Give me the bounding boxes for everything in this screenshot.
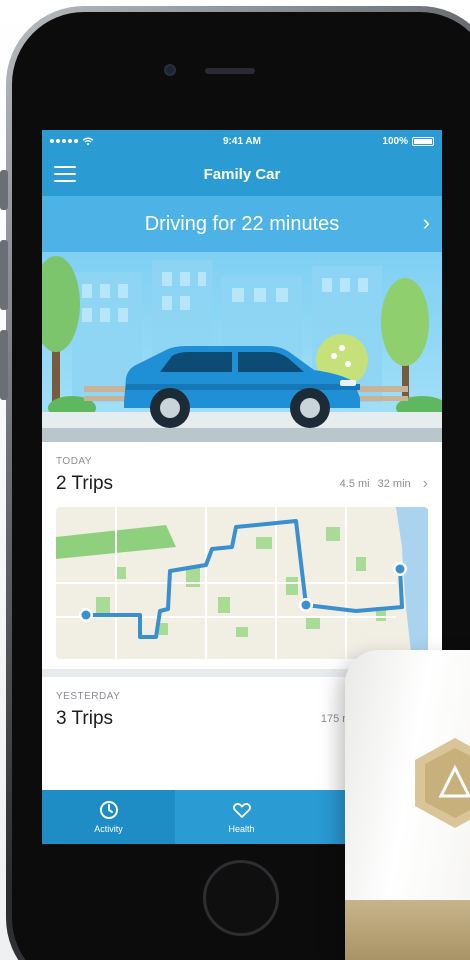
tab-label: Activity [94, 824, 123, 834]
hamburger-menu-icon[interactable] [54, 166, 76, 182]
status-time: 9:41 AM [223, 135, 261, 147]
status-bar: 9:41 AM 100% [42, 130, 442, 152]
trip-card-today[interactable]: TODAY 2 Trips 4.5 mi 32 min › [42, 442, 442, 669]
driving-status-banner[interactable]: Driving for 22 minutes › [42, 196, 442, 252]
chevron-right-icon: › [422, 210, 430, 235]
driving-status-text: Driving for 22 minutes [144, 212, 340, 235]
earpiece-speaker [205, 68, 255, 74]
mute-switch [0, 170, 8, 210]
car-hero-illustration [42, 252, 442, 442]
front-camera [164, 64, 176, 76]
nav-title: Family Car [203, 165, 281, 183]
obd-connector [345, 900, 470, 960]
trip-duration: 32 min [377, 478, 411, 490]
trip-count: 3 Trips [56, 708, 114, 729]
trip-count: 2 Trips [56, 473, 114, 494]
city-street-illustration [42, 256, 442, 442]
trip-distance: 4.5 mi [339, 478, 370, 490]
volume-down-button [0, 330, 8, 400]
tab-activity[interactable]: Activity [42, 790, 175, 844]
chevron-right-icon: › [422, 475, 428, 492]
tab-health[interactable]: Health [175, 790, 308, 844]
home-button[interactable] [203, 860, 279, 936]
volume-up-button [0, 240, 8, 310]
tab-label: Health [228, 824, 255, 834]
clock-icon [99, 801, 118, 819]
heart-icon [232, 802, 251, 818]
route-map-graphic [56, 507, 428, 659]
nav-bar: Family Car [42, 152, 442, 196]
card-day-label: TODAY [56, 456, 93, 467]
product-photo: 9:41 AM 100% Family Car Driving for 22 m… [0, 0, 470, 960]
trip-route-map[interactable] [56, 507, 428, 659]
